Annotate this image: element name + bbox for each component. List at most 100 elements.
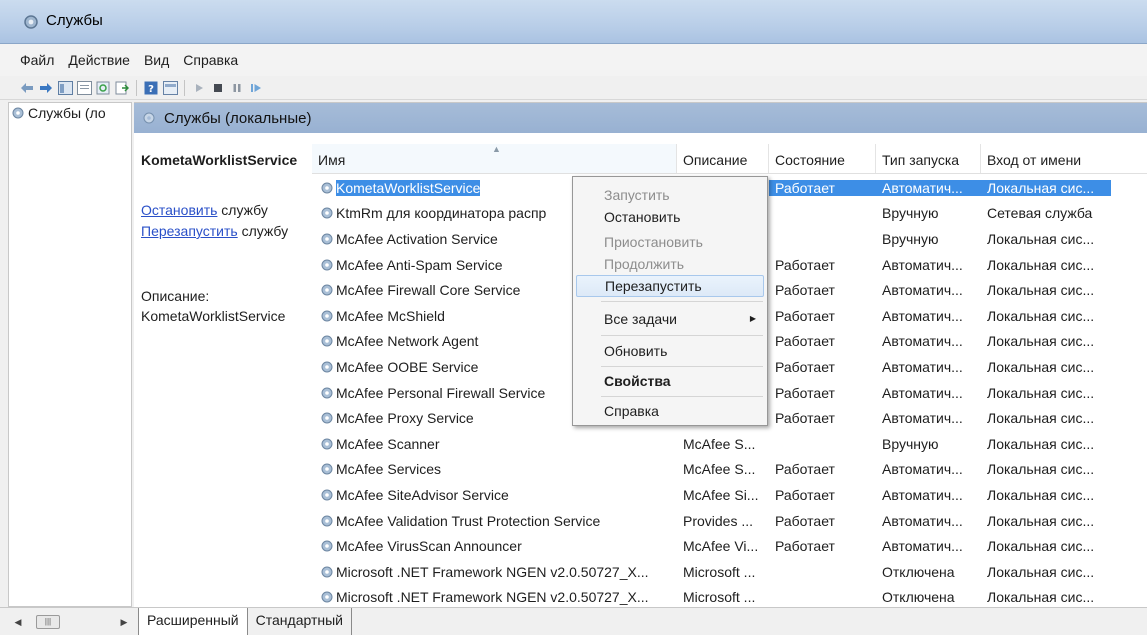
toolbar: ? <box>0 76 1147 100</box>
cell-logon-as: Локальная сис... <box>987 282 1095 299</box>
start-service-icon[interactable] <box>191 80 207 96</box>
scroll-right-icon[interactable]: ▶ <box>116 617 132 628</box>
service-gear-icon <box>321 438 333 450</box>
selected-service-name: KometaWorklistService <box>141 152 298 168</box>
column-header-label: Имя <box>318 152 346 168</box>
restart-service-icon[interactable] <box>248 80 264 96</box>
service-name: KometaWorklistService <box>336 179 481 196</box>
view-tabs: Расширенный Стандартный <box>138 608 352 635</box>
cell-startup-type: Вручную <box>882 435 939 452</box>
stop-service-icon[interactable] <box>210 80 226 96</box>
cell-startup-type: Автоматич... <box>882 538 963 555</box>
cell-name: Microsoft .NET Framework NGEN v2.0.50727… <box>312 564 677 580</box>
service-name: McAfee Scanner <box>336 435 440 452</box>
restart-service-link[interactable]: Перезапустить <box>141 223 238 239</box>
table-row[interactable]: McAfee Validation Trust Protection Servi… <box>312 508 1147 534</box>
cell-logon-as: Локальная сис... <box>987 307 1095 324</box>
cell-description: McAfee S... <box>683 461 756 478</box>
service-gear-icon <box>321 387 333 399</box>
scroll-left-icon[interactable]: ◀ <box>10 617 26 628</box>
cell-state: Работает <box>775 538 835 555</box>
cell-state: Работает <box>775 358 835 375</box>
service-name: Microsoft .NET Framework NGEN v2.0.50727… <box>336 563 649 580</box>
service-name: McAfee Anti-Spam Service <box>336 256 503 273</box>
cell-description: Microsoft ... <box>683 589 756 606</box>
menu-file[interactable]: Файл <box>20 52 54 68</box>
cell-logon-as: Локальная сис... <box>987 358 1095 375</box>
cell-state: Работает <box>775 461 835 478</box>
tree-item-label: Службы (ло <box>28 105 106 121</box>
menu-item-all-tasks[interactable]: Все задачи ▶ <box>576 308 764 330</box>
service-name: Microsoft .NET Framework NGEN v2.0.50727… <box>336 589 649 606</box>
services-gear-icon <box>143 112 155 124</box>
export-list-icon[interactable] <box>114 80 130 96</box>
menu-item-pause[interactable]: Приостановить <box>576 231 764 253</box>
service-gear-icon <box>321 489 333 501</box>
back-arrow-icon[interactable] <box>19 80 35 96</box>
properties-sheet-icon[interactable] <box>76 80 92 96</box>
service-name: McAfee Services <box>336 461 442 478</box>
column-name[interactable]: ▲ Имя <box>312 144 677 173</box>
forward-arrow-icon[interactable] <box>38 80 54 96</box>
cell-description: McAfee Vi... <box>683 538 759 555</box>
cell-logon-as: Локальная сис... <box>987 384 1095 401</box>
menu-item-restart[interactable]: Перезапустить <box>576 275 764 297</box>
refresh-icon[interactable] <box>95 80 111 96</box>
menu-separator <box>601 366 763 367</box>
cell-startup-type: Автоматич... <box>882 486 963 503</box>
menu-action[interactable]: Действие <box>68 52 130 68</box>
cell-logon-as: Локальная сис... <box>987 486 1095 503</box>
cell-startup-type: Вручную <box>882 205 939 222</box>
service-name: McAfee McShield <box>336 307 445 324</box>
service-name: McAfee Firewall Core Service <box>336 282 521 299</box>
extended-info-pane: KometaWorklistService Остановить службу … <box>134 133 312 608</box>
column-description[interactable]: Описание <box>677 144 769 173</box>
tree-item-services[interactable]: Службы (ло <box>11 105 131 121</box>
menu-view[interactable]: Вид <box>144 52 169 68</box>
service-name: KtmRm для координатора распр <box>336 205 547 222</box>
menu-help[interactable]: Справка <box>183 52 238 68</box>
column-logon-as[interactable]: Вход от имени <box>981 144 1111 173</box>
menu-item-start[interactable]: Запустить <box>576 184 764 206</box>
stop-action-suffix: службу <box>217 202 268 218</box>
menu-item-refresh[interactable]: Обновить <box>576 340 764 362</box>
table-row[interactable]: McAfee Services McAfee S... Работает Автома… <box>312 457 1147 483</box>
cell-name: McAfee Validation Trust Protection Servi… <box>312 513 677 529</box>
cell-description: Microsoft ... <box>683 563 756 580</box>
tree-horizontal-scrollbar[interactable]: ◀ ||| ▶ <box>10 613 132 631</box>
stop-service-link[interactable]: Остановить <box>141 202 217 218</box>
table-row[interactable]: McAfee VirusScan Announcer McAfee Vi... Ра… <box>312 533 1147 559</box>
service-name: McAfee Network Agent <box>336 333 479 350</box>
cell-startup-type: Автоматич... <box>882 307 963 324</box>
table-row[interactable]: McAfee SiteAdvisor Service McAfee Si... Ра… <box>312 482 1147 508</box>
sort-ascending-icon: ▲ <box>492 144 501 154</box>
service-gear-icon <box>321 540 333 552</box>
table-row[interactable]: Microsoft .NET Framework NGEN v2.0.50727… <box>312 559 1147 585</box>
menu-separator <box>601 301 763 302</box>
show-hide-pane-icon[interactable] <box>162 80 178 96</box>
tab-extended[interactable]: Расширенный <box>138 608 248 635</box>
column-state[interactable]: Состояние <box>769 144 876 173</box>
column-startup-type[interactable]: Тип запуска <box>876 144 981 173</box>
service-name: McAfee OOBE Service <box>336 358 479 375</box>
service-gear-icon <box>321 463 333 475</box>
cell-logon-as: Локальная сис... <box>987 589 1095 606</box>
menu-item-stop[interactable]: Остановить <box>576 206 764 228</box>
window-title: Службы <box>46 12 103 29</box>
menu-item-label: Все задачи <box>604 311 677 327</box>
help-icon[interactable]: ? <box>143 80 159 96</box>
pause-service-icon[interactable] <box>229 80 245 96</box>
table-row[interactable]: McAfee Scanner McAfee S... Вручную Локальна… <box>312 431 1147 457</box>
console-tree-icon[interactable] <box>57 80 73 96</box>
menu-bar: Файл Действие Вид Справка <box>0 44 1147 76</box>
menu-item-properties[interactable]: Свойства <box>576 370 764 392</box>
toolbar-separator <box>184 79 185 96</box>
cell-logon-as: Сетевая служба <box>987 205 1093 222</box>
service-gear-icon <box>321 259 333 271</box>
scroll-thumb[interactable]: ||| <box>36 615 60 629</box>
menu-item-resume[interactable]: Продолжить <box>576 253 764 275</box>
cell-startup-type: Автоматич... <box>882 256 963 273</box>
cell-logon-as: Локальная сис... <box>981 179 1111 196</box>
tab-standard[interactable]: Стандартный <box>247 608 352 635</box>
menu-item-help[interactable]: Справка <box>576 400 764 422</box>
